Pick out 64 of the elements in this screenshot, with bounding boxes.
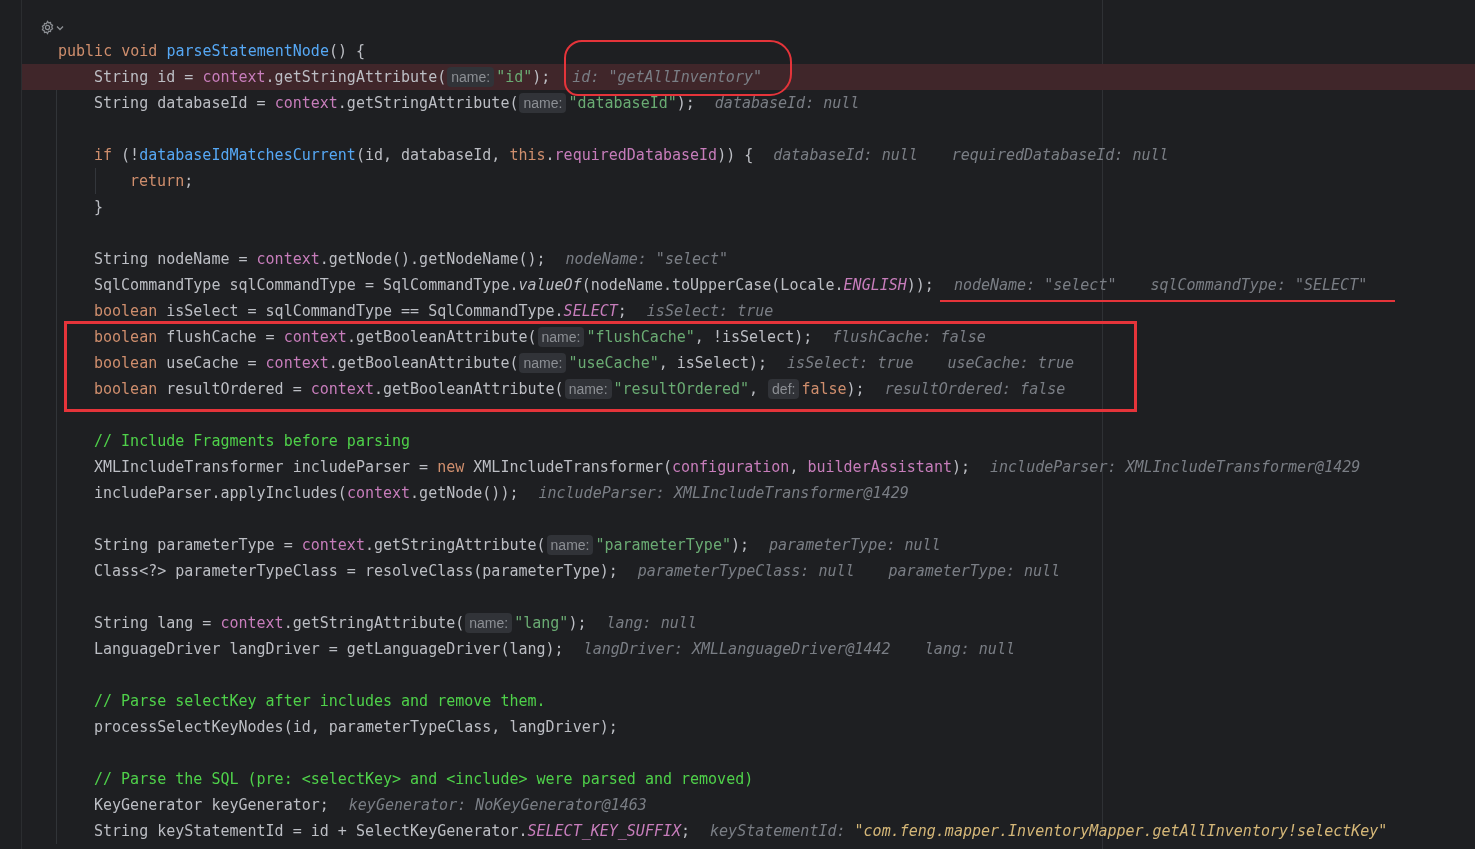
inline-value: includeParser: XMLIncludeTransformer@1429 <box>990 458 1361 476</box>
code-text: "databaseId"); <box>568 94 695 112</box>
inline-value: langDriver: XMLLanguageDriver@1442 <box>583 640 891 658</box>
gear-icon[interactable] <box>40 20 55 35</box>
code-text: false); <box>801 380 865 398</box>
parameter-hint: name: <box>519 93 567 113</box>
code-text: // Parse the SQL (pre: <selectKey> and <include> were parsed and removed) <box>94 770 754 788</box>
code-text: // Include Fragments before parsing <box>94 432 411 450</box>
code-text: // Parse selectKey after includes and remove them. <box>94 692 546 710</box>
inline-value: keyStatementId: "com.feng.mapper.InventoryMapper.getAllInventory!selectKey" <box>710 822 1388 840</box>
inline-value: isSelect: true <box>787 354 914 372</box>
code-text: boolean resultOrdered = context.getBooleanAttribute( <box>94 380 564 398</box>
inline-value: parameterType: null <box>769 536 941 554</box>
code-text: includeParser.applyIncludes(context.getNode()); <box>94 484 519 502</box>
code-text: public void parseStatementNode() { <box>58 42 366 60</box>
code-text: boolean useCache = context.getBooleanAttribute( <box>94 354 519 372</box>
code-text: SqlCommandType sqlCommandType = SqlCommandType.valueOf(nodeName.toUpperCase(Locale.ENGLISH)); <box>94 276 934 294</box>
inline-value: lang: null <box>606 614 697 632</box>
parameter-hint: name: <box>537 327 585 347</box>
code-text: "parameterType"); <box>595 536 749 554</box>
inline-value: isSelect: true <box>646 302 774 320</box>
code-text: "id"); <box>496 68 551 86</box>
inline-value: resultOrdered: false <box>884 380 1066 398</box>
code-text: processSelectKeyNodes(id, parameterTypeClass, langDriver); <box>94 718 618 736</box>
code-text: String nodeName = context.getNode().getNodeName(); <box>94 250 546 268</box>
code-text: KeyGenerator keyGenerator; <box>94 796 329 814</box>
parameter-hint: name: <box>465 613 513 633</box>
code-text: if (!databaseIdMatchesCurrent(id, databaseId, this.requiredDatabaseId)) { <box>94 146 754 164</box>
code-text: XMLIncludeTransformer includeParser = new XMLIncludeTransformer(configuration, builderAssistant); <box>94 458 970 476</box>
code-text: String parameterType = context.getStringAttribute( <box>94 536 546 554</box>
inline-value: id: "getAllInventory" <box>572 68 762 86</box>
inline-value: useCache: true <box>947 354 1074 372</box>
code-text: String databaseId = context.getStringAttribute( <box>94 94 519 112</box>
inline-value: databaseId: null <box>773 146 918 164</box>
parameter-hint: name: <box>519 353 567 373</box>
code-text: "lang"); <box>514 614 587 632</box>
code-text: LanguageDriver langDriver = getLanguageDriver(lang); <box>94 640 564 658</box>
inline-value: requiredDatabaseId: null <box>951 146 1169 164</box>
parameter-hint: def: <box>768 379 800 399</box>
code-text: } <box>94 198 104 216</box>
chevron-down-icon[interactable] <box>56 24 64 31</box>
inline-value: parameterTypeClass: null <box>637 562 855 580</box>
inline-value: databaseId: null <box>714 94 860 112</box>
code-text: "flushCache", !isSelect); <box>586 328 813 346</box>
parameter-hint: name: <box>564 379 612 399</box>
inline-value: keyGenerator: NoKeyGenerator@1463 <box>348 796 647 814</box>
code-text: String lang = context.getStringAttribute( <box>94 614 465 632</box>
parameter-hint: name: <box>447 67 495 87</box>
code-text: boolean isSelect = sqlCommandType == SqlCommandType.SELECT; <box>94 302 627 320</box>
parameter-hint: name: <box>546 535 594 555</box>
inline-value: sqlCommandType: "SELECT" <box>1150 276 1368 294</box>
code-text: String id = context.getStringAttribute( <box>94 68 447 86</box>
code-text: Class<?> parameterTypeClass = resolveClass(parameterType); <box>94 562 618 580</box>
inline-value: parameterType: null <box>888 562 1061 580</box>
code-text: return; <box>130 172 194 190</box>
code-text: "useCache", isSelect); <box>568 354 768 372</box>
code-text: String keyStatementId = id + SelectKeyGenerator.SELECT_KEY_SUFFIX; <box>94 822 691 840</box>
code-text: "resultOrdered", <box>613 380 760 398</box>
inline-value: includeParser: XMLIncludeTransformer@1429 <box>538 484 909 502</box>
inline-value: lang: null <box>924 640 1015 658</box>
inline-value: nodeName: "select" <box>565 250 729 268</box>
code-text: boolean flushCache = context.getBooleanAttribute( <box>94 328 537 346</box>
inline-value: nodeName: "select" <box>953 276 1117 294</box>
inline-value: flushCache: false <box>832 328 986 346</box>
